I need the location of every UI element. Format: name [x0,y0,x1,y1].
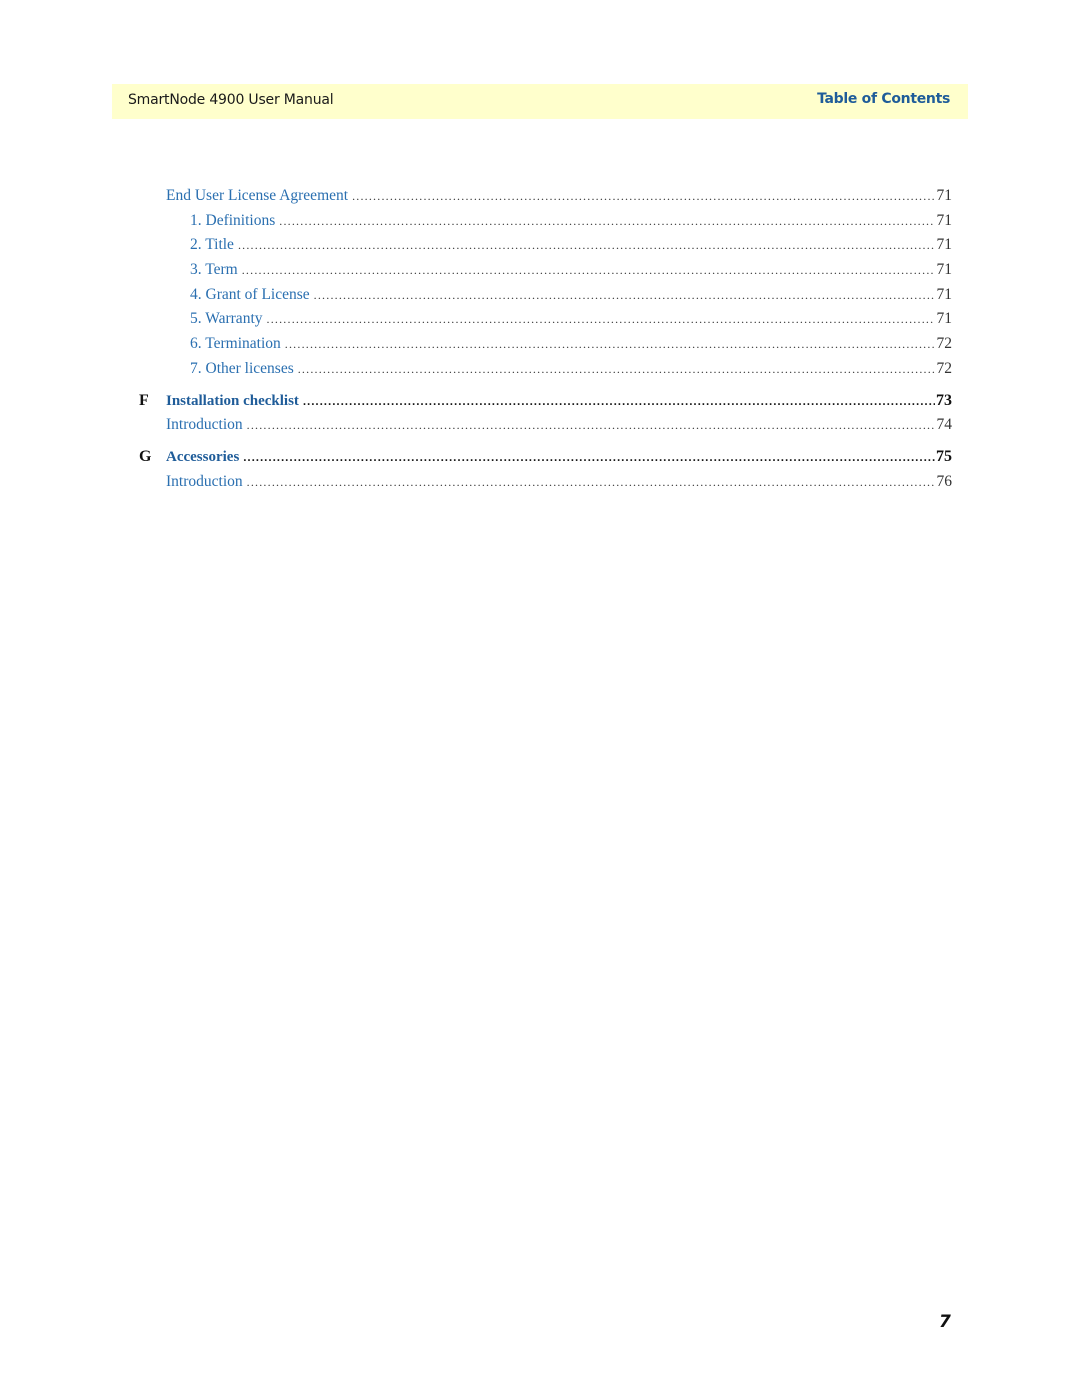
dot-leader [303,394,935,409]
toc-page-number: 74 [936,416,953,433]
page-header: SmartNode 4900 User Manual Table of Cont… [112,84,968,119]
toc-page-number: 71 [936,236,953,253]
toc-entry[interactable]: Introduction 76 [0,473,1080,495]
toc-entry[interactable]: Introduction 74 [0,416,1080,438]
toc-chapter-entry[interactable]: F Installation checklist 73 [0,392,1080,414]
toc-entry[interactable]: 4. Grant of License 71 [0,286,1080,308]
toc-entry-label[interactable]: 7. Other licenses [190,360,298,378]
dot-leader [352,189,935,204]
toc-entry-label[interactable]: Installation checklist [166,393,303,410]
toc-page-number: 71 [936,261,953,278]
dot-leader [247,418,935,433]
appendix-letter: F [139,392,149,409]
dot-leader [242,263,935,278]
toc-entry[interactable]: End User License Agreement 71 [0,187,1080,209]
toc-entry[interactable]: 2. Title 71 [0,236,1080,258]
dot-leader [238,238,935,253]
section-title: Table of Contents [817,91,950,107]
toc-entry-label[interactable]: 2. Title [190,236,238,254]
dot-leader [314,288,935,303]
dot-leader [279,214,935,229]
toc-page-number: 71 [936,187,953,204]
toc-entry-label[interactable]: 6. Termination [190,335,285,353]
appendix-letter: G [139,448,152,465]
toc-entry[interactable]: 6. Termination 72 [0,335,1080,357]
toc-entry-label[interactable]: 5. Warranty [190,310,267,328]
toc-entry-label[interactable]: End User License Agreement [166,187,352,205]
toc-entry-label[interactable]: 3. Term [190,261,242,279]
toc-page-number: 72 [936,360,953,377]
manual-title: SmartNode 4900 User Manual [128,92,334,108]
toc-entry[interactable]: 3. Term 71 [0,261,1080,283]
toc-entry-label[interactable]: Introduction [166,473,247,491]
toc-entry-label[interactable]: 1. Definitions [190,212,279,230]
toc-entry[interactable]: 1. Definitions 71 [0,212,1080,234]
dot-leader [243,450,935,465]
toc-page-number: 71 [936,212,953,229]
dot-leader [247,475,935,490]
toc-page-number: 72 [936,335,953,352]
toc-page-number: 76 [936,473,953,490]
toc-entry[interactable]: 7. Other licenses 72 [0,360,1080,382]
toc-entry-label[interactable]: Introduction [166,416,247,434]
toc-entry-label[interactable]: 4. Grant of License [190,286,314,304]
toc-entry[interactable]: 5. Warranty 71 [0,310,1080,332]
dot-leader [267,312,936,327]
toc-page-number: 71 [936,310,953,327]
toc-chapter-entry[interactable]: G Accessories 75 [0,448,1080,470]
dot-leader [298,362,935,377]
toc-entry-label[interactable]: Accessories [166,449,243,466]
toc-page-number: 73 [936,392,952,409]
toc-page-number: 71 [936,286,953,303]
toc-page-number: 75 [936,448,952,465]
dot-leader [285,337,935,352]
page-number: 7 [939,1312,951,1332]
